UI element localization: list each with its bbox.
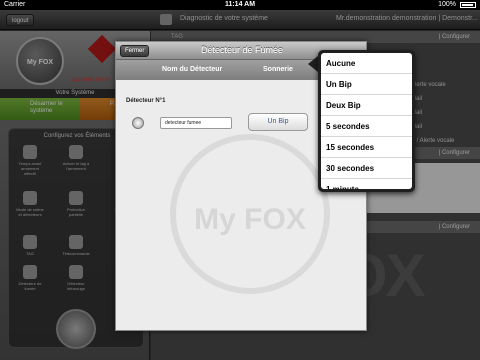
option-deux-bip[interactable]: Deux Bip <box>321 95 412 116</box>
clock: 11:14 AM <box>224 1 256 8</box>
sound-select-button[interactable]: Un Bip <box>248 113 308 131</box>
smoke-detector-icon <box>132 117 144 129</box>
battery-percent: 100% <box>438 1 456 8</box>
popover-arrow <box>308 56 318 72</box>
col-sound: Sonnerie <box>263 66 293 73</box>
option-5-secondes[interactable]: 5 secondes <box>321 116 412 137</box>
option-un-bip[interactable]: Un Bip <box>321 74 412 95</box>
option-30-secondes[interactable]: 30 secondes <box>321 158 412 179</box>
sound-options-list: Aucune Un Bip Deux Bip 5 secondes 15 sec… <box>321 53 412 189</box>
col-detector-name: Nom du Détecteur <box>162 66 223 73</box>
option-1-minute[interactable]: 1 minute <box>321 179 412 189</box>
option-aucune[interactable]: Aucune <box>321 53 412 74</box>
option-15-secondes[interactable]: 15 secondes <box>321 137 412 158</box>
detector-name-field[interactable] <box>160 117 232 129</box>
battery-icon <box>460 2 476 8</box>
detector-section-label: Détecteur N°1 <box>126 98 166 104</box>
sound-options-popover: Aucune Un Bip Deux Bip 5 secondes 15 sec… <box>318 50 415 192</box>
close-button[interactable]: Fermer <box>120 45 150 57</box>
myfox-watermark: My FOX <box>170 134 330 294</box>
status-bar: Carrier 11:14 AM 100% <box>0 0 480 10</box>
